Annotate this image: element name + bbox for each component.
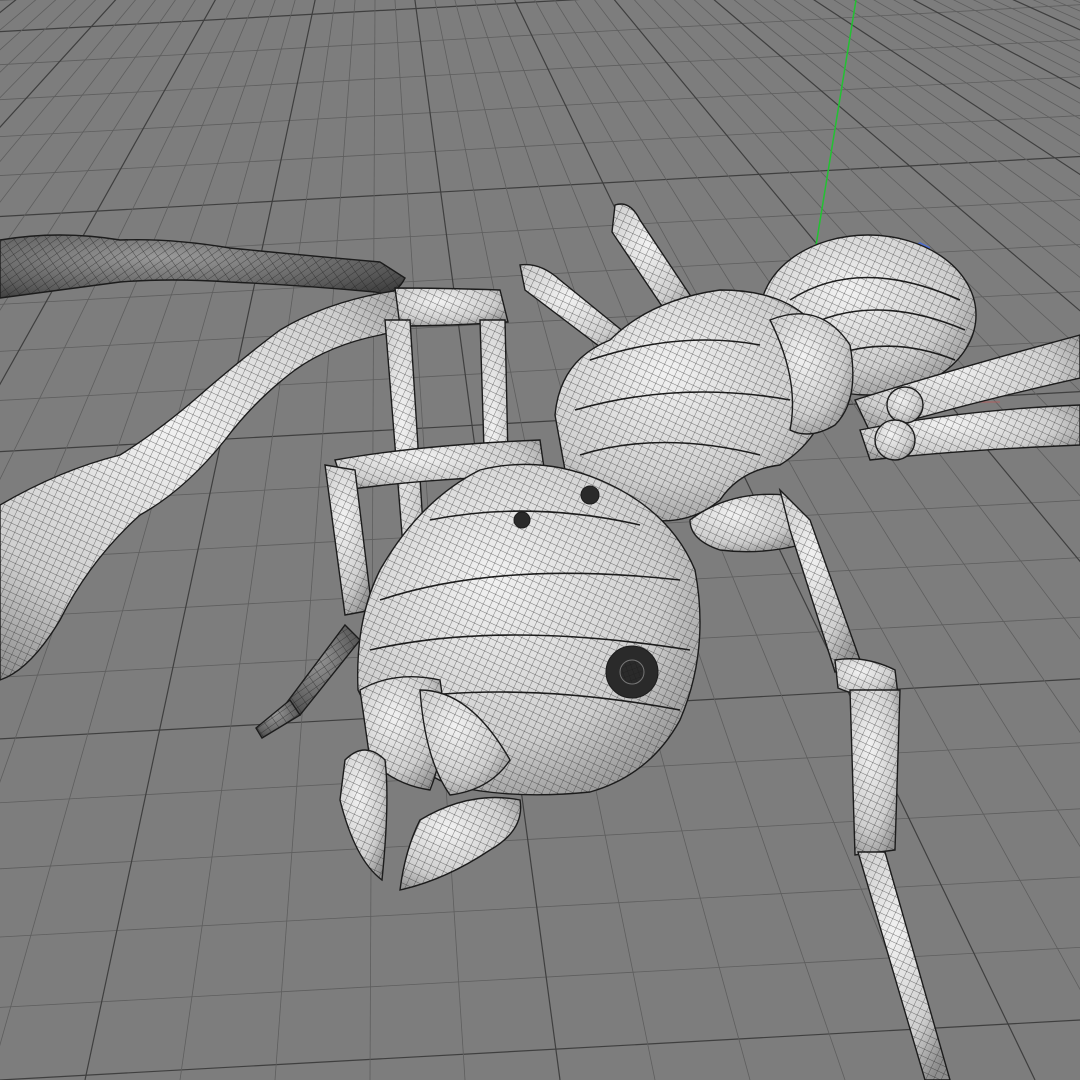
viewport-canvas[interactable]: [0, 0, 1080, 1080]
3d-viewport[interactable]: [0, 0, 1080, 1080]
